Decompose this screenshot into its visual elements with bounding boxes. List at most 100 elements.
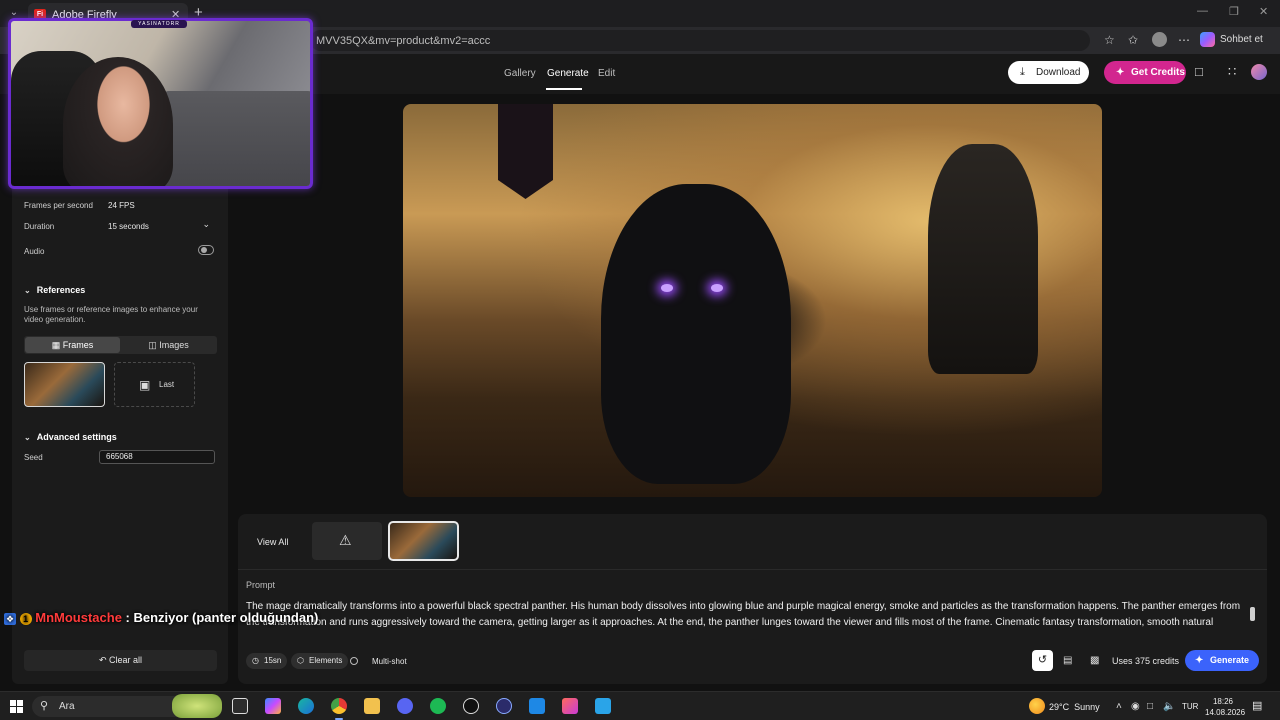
view-all-button[interactable]: View All bbox=[257, 537, 288, 547]
preview-black-panther bbox=[601, 184, 791, 484]
minimize-icon[interactable]: — bbox=[1197, 5, 1208, 17]
webcam-overlay bbox=[8, 18, 313, 189]
app-icon-circle[interactable] bbox=[496, 698, 512, 714]
file-explorer-icon[interactable] bbox=[364, 698, 380, 714]
settings-sliders-icon[interactable]: ▤ bbox=[1063, 655, 1072, 666]
selected-result-thumbnail[interactable] bbox=[388, 521, 459, 561]
obs-icon[interactable] bbox=[463, 698, 479, 714]
chat-bubble-icon[interactable]: □ bbox=[1195, 64, 1203, 79]
tray-app-icon[interactable]: ◉ bbox=[1131, 701, 1140, 712]
fps-label: Frames per second bbox=[24, 201, 93, 210]
stream-chat-message: ❖ 1 MnMoustache : Benziyor (panter olduğ… bbox=[4, 610, 318, 625]
weather-condition: Sunny bbox=[1074, 702, 1100, 712]
prompt-label: Prompt bbox=[246, 580, 276, 590]
more-icon[interactable]: ⋯ bbox=[1178, 33, 1190, 47]
tab-frames-label: Frames bbox=[62, 340, 94, 350]
multishot-label: Multi-shot bbox=[372, 657, 407, 666]
paint-icon[interactable] bbox=[595, 698, 611, 714]
elements-chip[interactable]: ⬡ Elements bbox=[291, 653, 349, 669]
apps-grid-icon[interactable]: ∷ bbox=[1228, 64, 1236, 80]
multishot-toggle[interactable] bbox=[350, 657, 358, 665]
tab-images[interactable]: ◫ Images bbox=[121, 337, 216, 353]
get-credits-button[interactable]: ✦ Get Credits bbox=[1104, 61, 1186, 84]
clock-date: 14.08.2026 bbox=[1205, 708, 1246, 717]
avatar[interactable] bbox=[1251, 64, 1267, 80]
seed-input[interactable]: 665068 bbox=[99, 450, 215, 464]
webcam-streamer bbox=[63, 57, 173, 186]
tab-frames[interactable]: ▦ Frames bbox=[25, 337, 120, 353]
sparkle-icon: ✦ bbox=[1116, 67, 1125, 78]
url-field[interactable]: MVV35QX&mv=product&mv2=accc bbox=[310, 30, 1090, 51]
duration-chip[interactable]: ◷ 15sn bbox=[246, 653, 288, 669]
references-description: Use frames or reference images to enhanc… bbox=[24, 305, 198, 324]
prompt-panel: View All ⚠ Prompt The mage dramatically … bbox=[238, 514, 1267, 684]
download-button[interactable]: ⤓ Download bbox=[1008, 61, 1089, 84]
advanced-settings-header[interactable]: ⌄ Advanced settings bbox=[24, 432, 117, 442]
undo-icon: ↶ bbox=[98, 655, 107, 665]
fps-value[interactable]: 24 FPS bbox=[108, 201, 135, 210]
nav-generate[interactable]: Generate bbox=[547, 68, 589, 79]
sparkle-icon: ✦ bbox=[1195, 655, 1204, 666]
network-icon[interactable]: □ bbox=[1147, 701, 1153, 712]
favorites-icon[interactable]: ✩ bbox=[1128, 33, 1138, 47]
download-label: Download bbox=[1036, 67, 1081, 78]
generated-video-preview[interactable] bbox=[403, 104, 1102, 497]
taskbar-search[interactable]: ⚲ Ara bbox=[32, 694, 222, 718]
preview-armored-knight bbox=[928, 144, 1038, 374]
uses-credits-text: Uses 375 credits bbox=[1112, 656, 1180, 666]
clock-icon: ◷ bbox=[252, 656, 259, 665]
generate-label: Generate bbox=[1210, 655, 1250, 665]
last-frame-slot[interactable]: ▣ Last bbox=[114, 362, 195, 407]
language-indicator[interactable]: TUR bbox=[1182, 702, 1198, 711]
cube-icon: ⬡ bbox=[297, 656, 304, 665]
weather-text[interactable]: 29°C Sunny bbox=[1049, 702, 1100, 712]
panther-eye-left bbox=[661, 284, 673, 292]
divider bbox=[238, 569, 1267, 570]
taskbar-clock[interactable]: 18:26 14.08.2026 bbox=[1205, 696, 1246, 718]
copilot-app-icon[interactable] bbox=[265, 698, 281, 714]
references-header[interactable]: ⌄ References bbox=[24, 285, 85, 295]
prompt-scrollbar[interactable] bbox=[1250, 599, 1255, 627]
chat-username: MnMoustache bbox=[35, 610, 122, 625]
nav-gallery[interactable]: Gallery bbox=[504, 68, 536, 79]
edge-icon[interactable] bbox=[298, 698, 314, 714]
film-icon: ▦ bbox=[51, 340, 61, 350]
twitch-badge-icon: ❖ bbox=[4, 613, 16, 625]
clear-all-button[interactable]: ↶ Clear all bbox=[24, 650, 217, 671]
prompt-textarea[interactable]: The mage dramatically transforms into a … bbox=[246, 599, 1246, 631]
history-button[interactable]: ↺ bbox=[1032, 650, 1053, 671]
webcam-background-sofa bbox=[161, 91, 310, 186]
duration-select[interactable]: 15 seconds ⌄ bbox=[106, 218, 216, 234]
restore-icon[interactable]: ❐ bbox=[1229, 5, 1239, 18]
last-frame-label: Last bbox=[159, 380, 175, 389]
photos-icon[interactable] bbox=[562, 698, 578, 714]
generate-button[interactable]: ✦ Generate bbox=[1185, 650, 1259, 671]
audio-label: Audio bbox=[24, 247, 45, 256]
duration-value: 15 seconds bbox=[108, 222, 149, 231]
chrome-icon[interactable] bbox=[331, 698, 347, 714]
image-icon: ◫ bbox=[148, 340, 157, 350]
tab-images-label: Images bbox=[159, 340, 189, 350]
video-editor-icon[interactable] bbox=[529, 698, 545, 714]
scrollbar-thumb[interactable] bbox=[1250, 607, 1255, 621]
warning-icon: ⚠ bbox=[339, 532, 352, 548]
first-frame-thumbnail[interactable] bbox=[24, 362, 105, 407]
tray-chevron-icon[interactable]: ˄ bbox=[1116, 701, 1122, 712]
spotify-icon[interactable] bbox=[430, 698, 446, 714]
failed-result-thumbnail[interactable]: ⚠ bbox=[312, 522, 382, 560]
nav-edit[interactable]: Edit bbox=[598, 68, 615, 79]
copilot-icon[interactable] bbox=[1200, 32, 1215, 47]
window-close-icon[interactable]: ✕ bbox=[1259, 5, 1268, 18]
windows-start-icon[interactable] bbox=[10, 700, 23, 713]
profile-icon[interactable] bbox=[1152, 32, 1167, 47]
notification-icon[interactable]: ▤ bbox=[1252, 699, 1262, 712]
duration-chip-label: 15sn bbox=[264, 656, 282, 665]
star-icon[interactable]: ☆ bbox=[1104, 33, 1115, 47]
sohbet-button[interactable]: Sohbet et bbox=[1220, 34, 1263, 45]
discord-icon[interactable] bbox=[397, 698, 413, 714]
volume-icon[interactable]: 🔈 bbox=[1163, 701, 1175, 712]
chevron-down-icon: ⌄ bbox=[24, 433, 31, 442]
audio-toggle[interactable] bbox=[198, 245, 214, 255]
task-view-icon[interactable] bbox=[232, 698, 248, 714]
weather-sun-icon[interactable] bbox=[1029, 698, 1045, 714]
